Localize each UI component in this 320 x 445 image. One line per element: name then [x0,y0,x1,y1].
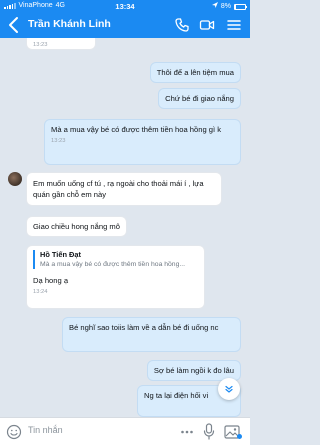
emoji-icon[interactable] [6,424,22,440]
message-text: Thôi để a lên tiệm mua [156,68,234,77]
battery-icon [234,3,247,10]
location-icon [211,2,218,11]
status-bar: VinaPhone 4G 13:34 8% [0,0,250,12]
message-bubble[interactable]: Em muốn uống cf tú , rạ ngoài cho thoải … [26,172,222,206]
top-bar: VinaPhone 4G 13:34 8% Trần Khánh Linh [0,0,250,38]
message-text: Giao chiều hong nắng mô [33,222,120,231]
message-input[interactable]: Tin nhắn [28,425,63,435]
microphone-icon[interactable] [203,423,215,440]
quote-author: Hồ Tiến Đạt [40,250,81,259]
message-bubble[interactable]: Thôi để a lên tiệm mua [149,62,241,83]
message-bubble[interactable]: Chứ bé đi giao nắng [158,88,241,109]
back-arrow-icon[interactable] [6,16,22,34]
message-bubble[interactable]: Bé nghĩ sao toiis làm về a dẫn bé đi uốn… [62,317,241,352]
message-bubble[interactable]: Giao chiều hong nắng mô [26,216,127,237]
message-time: 13:23 [51,138,66,144]
avatar[interactable] [8,172,22,186]
battery-label: 8% [220,3,231,10]
quote-text: Mà a mua vậy bé có được thêm tiền hoa hồ… [40,261,186,268]
more-options-icon[interactable] [180,425,194,439]
chat-area[interactable]: 13:23 Thôi để a lên tiệm mua Chứ bé đi g… [0,38,250,417]
message-bubble[interactable]: Mà a mua vậy bé có được thêm tiền hoa hồ… [44,119,241,165]
message-text: Bé nghĩ sao toiis làm về a dẫn bé đi uốn… [69,323,219,332]
message-time: 13:23 [33,42,48,48]
message-bubble[interactable]: 13:23 [26,38,96,50]
status-right: 8% [211,2,247,11]
chevron-down-icon [225,385,233,393]
message-text: Chứ bé đi giao nắng [165,94,234,103]
message-text: Em muốn uống cf tú , rạ ngoài cho thoải … [33,179,204,199]
message-text: Dạ hong ạ [33,276,69,285]
scroll-down-button[interactable] [218,378,240,400]
chat-header: Trần Khánh Linh [0,12,250,38]
message-text: Mà a mua vậy bé có được thêm tiền hoa hồ… [51,125,222,134]
phone-call-icon[interactable] [174,17,190,33]
contact-name[interactable]: Trần Khánh Linh [28,18,111,30]
message-text: Ng ta lại điện hối vi [144,391,209,400]
menu-icon[interactable] [226,17,242,33]
quoted-message[interactable]: Hồ Tiến Đạt Mà a mua vậy bé có được thêm… [33,250,198,269]
message-bubble[interactable]: Hồ Tiến Đạt Mà a mua vậy bé có được thêm… [26,245,205,309]
video-call-icon[interactable] [199,17,215,33]
image-icon[interactable] [224,424,242,440]
message-input-bar: Tin nhắn [0,417,250,445]
message-text: Sợ bé làm ngồi k đo lâu [153,366,234,375]
message-time: 13:24 [33,289,48,295]
